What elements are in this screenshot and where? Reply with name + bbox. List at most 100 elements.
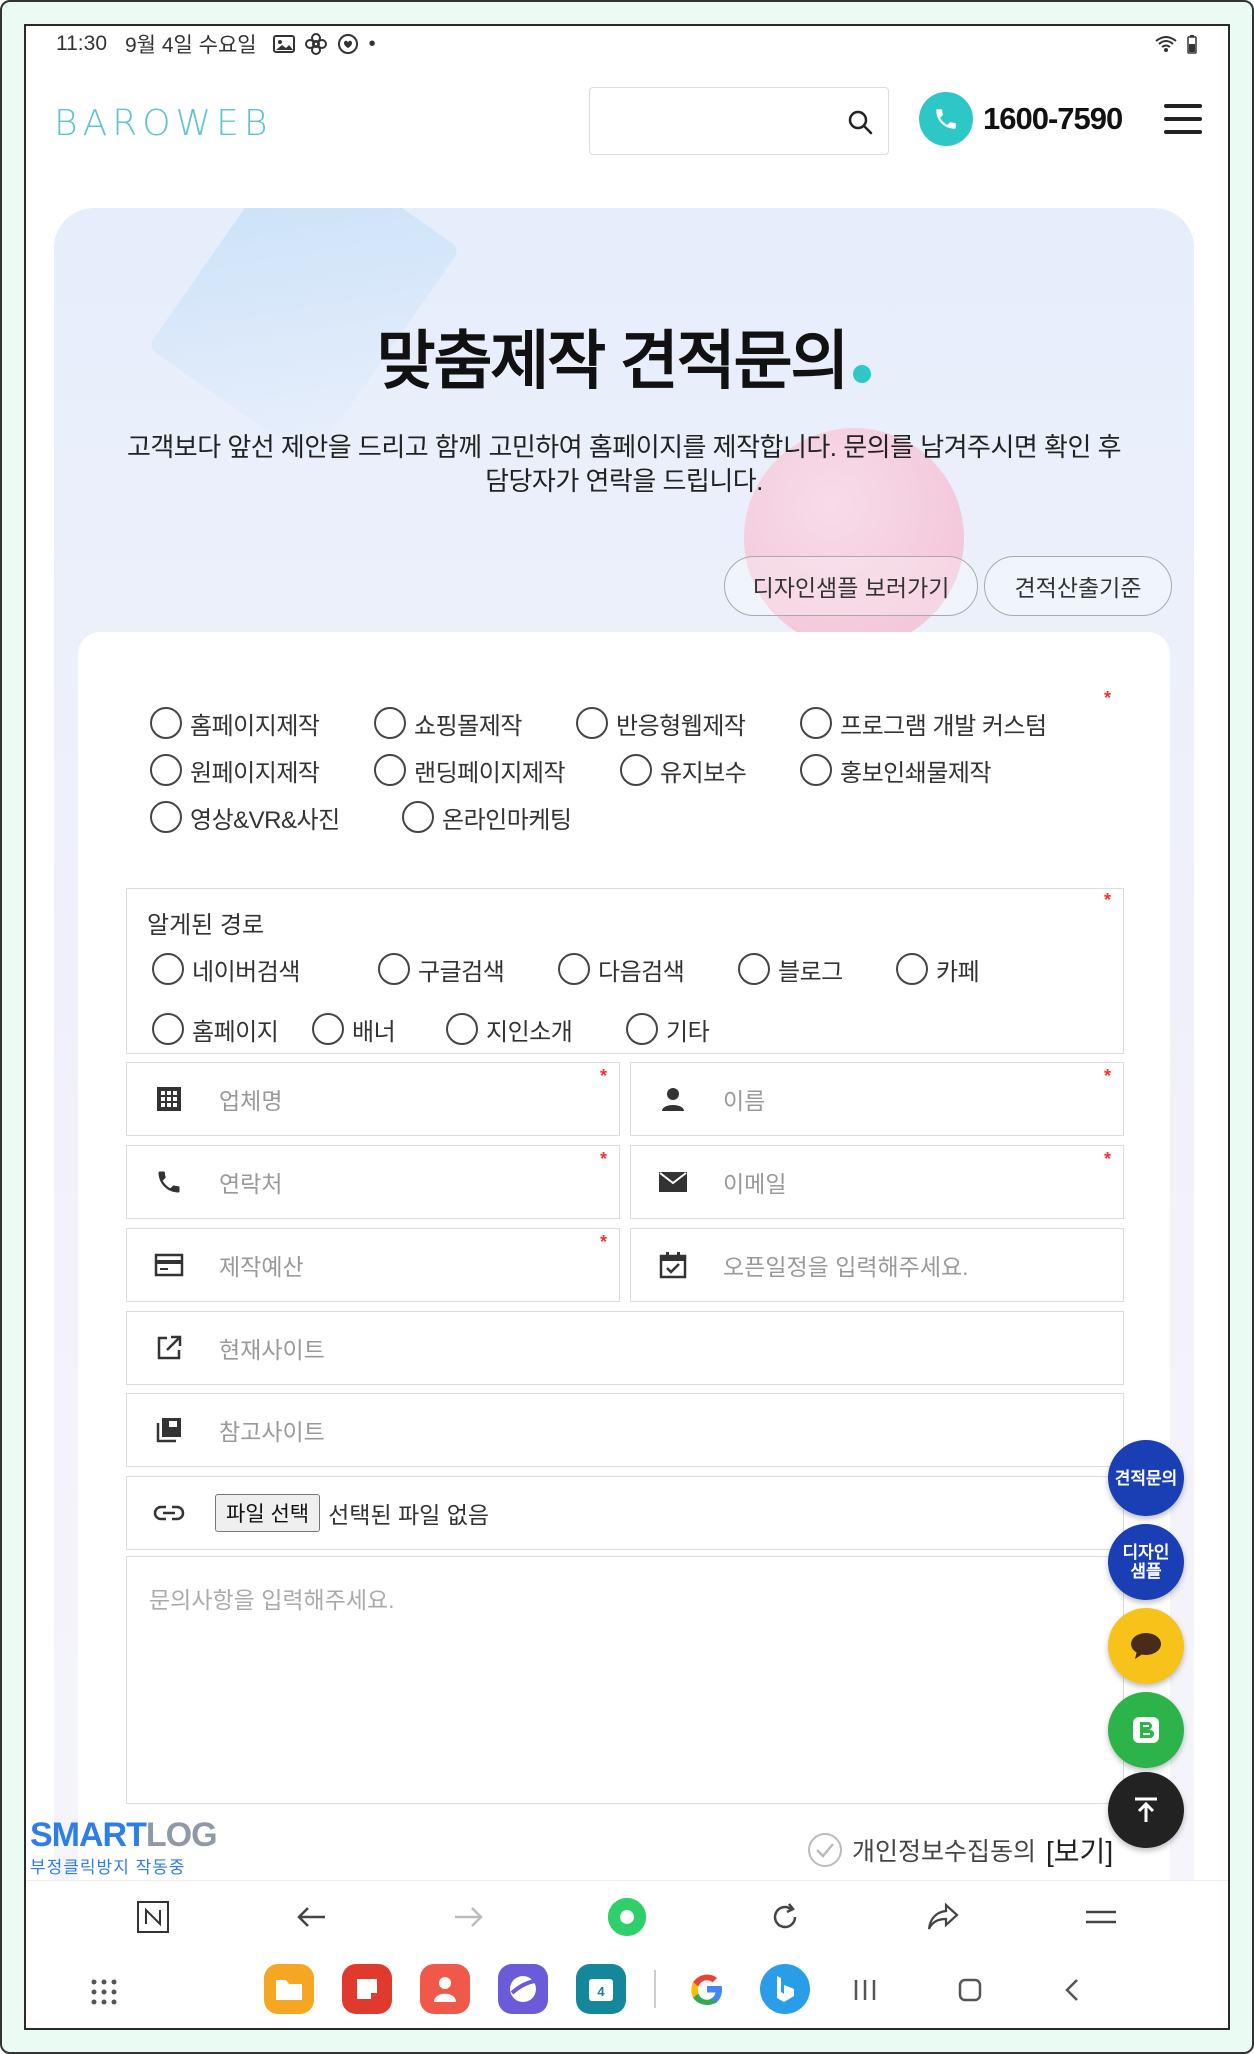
radio-option[interactable]: 카페	[896, 952, 1006, 986]
site-logo[interactable]: BAROWEB	[54, 103, 272, 144]
radio-circle[interactable]	[576, 707, 608, 739]
name-field[interactable]: 이름	[630, 1062, 1124, 1136]
back-icon[interactable]	[291, 1897, 331, 1937]
design-sample-button[interactable]: 디자인샘플 보러가기	[724, 556, 978, 616]
radio-circle[interactable]	[152, 1013, 184, 1045]
radio-option[interactable]: 영상&VR&사진	[150, 800, 378, 834]
notes-app-icon[interactable]	[342, 1964, 392, 2014]
design-sample-fab[interactable]: 디자인 샘플	[1108, 1524, 1184, 1600]
status-time: 11:30	[56, 32, 107, 55]
radio-option[interactable]: 네이버검색	[152, 952, 354, 986]
file-select-button[interactable]: 파일 선택	[215, 1494, 321, 1532]
radio-circle[interactable]	[620, 754, 652, 786]
message-textarea[interactable]: 문의사항을 입력해주세요.	[126, 1556, 1124, 1804]
radio-circle[interactable]	[378, 953, 410, 985]
radio-option[interactable]: 홈페이지	[152, 1012, 312, 1046]
forward-icon[interactable]	[449, 1897, 489, 1937]
phone-number[interactable]: 1600-7590	[983, 101, 1123, 137]
name-placeholder: 이름	[723, 1088, 766, 1114]
menu-icon[interactable]	[1164, 104, 1202, 134]
blog-fab[interactable]	[1108, 1692, 1184, 1768]
radio-label: 다음검색	[598, 958, 685, 986]
radio-option[interactable]: 블로그	[738, 952, 872, 986]
home-circle-icon[interactable]	[607, 1897, 647, 1937]
contacts-app-icon[interactable]	[420, 1964, 470, 2014]
estimate-criteria-button[interactable]: 견적산출기준	[984, 556, 1172, 616]
share-icon[interactable]	[923, 1897, 963, 1937]
radio-option[interactable]: 쇼핑몰제작	[374, 706, 552, 740]
privacy-consent[interactable]: 개인정보수집동의 [보기]	[808, 1830, 1113, 1870]
status-system-icons	[1154, 34, 1198, 54]
heart-check-icon	[337, 34, 358, 54]
contact-field[interactable]: 연락처	[126, 1145, 620, 1219]
files-app-icon[interactable]	[264, 1964, 314, 2014]
radio-option[interactable]: 프로그램 개발 커스텀	[800, 706, 1070, 740]
radio-circle[interactable]	[312, 1013, 344, 1045]
radio-circle[interactable]	[152, 953, 184, 985]
radio-circle[interactable]	[374, 754, 406, 786]
radio-circle[interactable]	[150, 754, 182, 786]
radio-circle[interactable]	[738, 953, 770, 985]
radio-option[interactable]: 지인소개	[446, 1012, 626, 1046]
back-nav-icon[interactable]	[1062, 1976, 1082, 2009]
radio-circle[interactable]	[402, 801, 434, 833]
company-field[interactable]: 업체명	[126, 1062, 620, 1136]
radio-option[interactable]: 반응형웹제작	[576, 706, 776, 740]
file-upload-field: 파일 선택 선택된 파일 없음	[126, 1476, 1124, 1550]
radio-label: 반응형웹제작	[616, 712, 746, 740]
radio-option[interactable]: 원페이지제작	[150, 753, 350, 787]
google-app-icon[interactable]	[682, 1964, 732, 2014]
radio-circle[interactable]	[558, 953, 590, 985]
kakao-chat-fab[interactable]	[1108, 1608, 1184, 1684]
reference-site-field[interactable]: 참고사이트	[126, 1393, 1124, 1467]
file-status: 선택된 파일 없음	[328, 1502, 490, 1528]
radio-circle[interactable]	[800, 707, 832, 739]
radio-option[interactable]: 홍보인쇄물제작	[800, 753, 1040, 787]
email-field[interactable]: 이메일	[630, 1145, 1124, 1219]
current-site-field[interactable]: 현재사이트	[126, 1311, 1124, 1385]
n-tab-icon[interactable]	[133, 1897, 173, 1937]
refresh-icon[interactable]	[765, 1897, 805, 1937]
radio-option[interactable]: 구글검색	[378, 952, 534, 986]
radio-option[interactable]: 온라인마케팅	[402, 800, 602, 834]
phone-contact[interactable]: 1600-7590	[919, 92, 1123, 146]
external-link-icon	[153, 1332, 185, 1364]
home-button-icon[interactable]	[956, 1976, 984, 2009]
search-icon[interactable]	[846, 108, 874, 136]
search-input[interactable]	[589, 87, 889, 155]
open-date-field[interactable]: 오픈일정을 입력해주세요.	[630, 1228, 1124, 1302]
more-menu-icon[interactable]	[1081, 1897, 1121, 1937]
phone-icon[interactable]	[919, 92, 973, 146]
radio-circle[interactable]	[800, 754, 832, 786]
radio-option[interactable]: 배너	[312, 1012, 446, 1046]
check-icon[interactable]	[808, 1833, 842, 1867]
bing-app-icon[interactable]	[760, 1964, 810, 2014]
radio-circle[interactable]	[896, 953, 928, 985]
radio-option[interactable]: 다음검색	[558, 952, 714, 986]
message-placeholder: 문의사항을 입력해주세요.	[149, 1587, 395, 1613]
radio-circle[interactable]	[626, 1013, 658, 1045]
battery-icon	[1187, 35, 1197, 54]
radio-option[interactable]: 랜딩페이지제작	[374, 753, 596, 787]
privacy-label: 개인정보수집동의	[852, 1838, 1037, 1866]
radio-label: 유지보수	[660, 759, 747, 787]
radio-option[interactable]: 유지보수	[620, 753, 776, 787]
status-notification-icons: •	[272, 33, 376, 56]
recents-icon[interactable]	[852, 1976, 878, 2009]
scroll-top-fab[interactable]	[1108, 1772, 1184, 1848]
radio-option[interactable]: 기타	[626, 1012, 746, 1046]
internet-app-icon[interactable]	[498, 1964, 548, 2014]
budget-field[interactable]: 제작예산	[126, 1228, 620, 1302]
radio-circle[interactable]	[446, 1013, 478, 1045]
estimate-fab[interactable]: 견적문의	[1108, 1440, 1184, 1516]
calendar-app-icon[interactable]: 4	[576, 1964, 626, 2014]
radio-circle[interactable]	[374, 707, 406, 739]
dock-divider	[654, 1970, 656, 2008]
app-drawer-icon[interactable]	[90, 1978, 118, 2011]
radio-option[interactable]: 홈페이지제작	[150, 706, 350, 740]
required-mark: *	[1104, 1149, 1112, 1169]
radio-circle[interactable]	[150, 707, 182, 739]
radio-circle[interactable]	[150, 801, 182, 833]
page-title-text: 맞춤제작 견적문의	[376, 325, 850, 397]
privacy-view-link[interactable]: [보기]	[1046, 1830, 1113, 1870]
